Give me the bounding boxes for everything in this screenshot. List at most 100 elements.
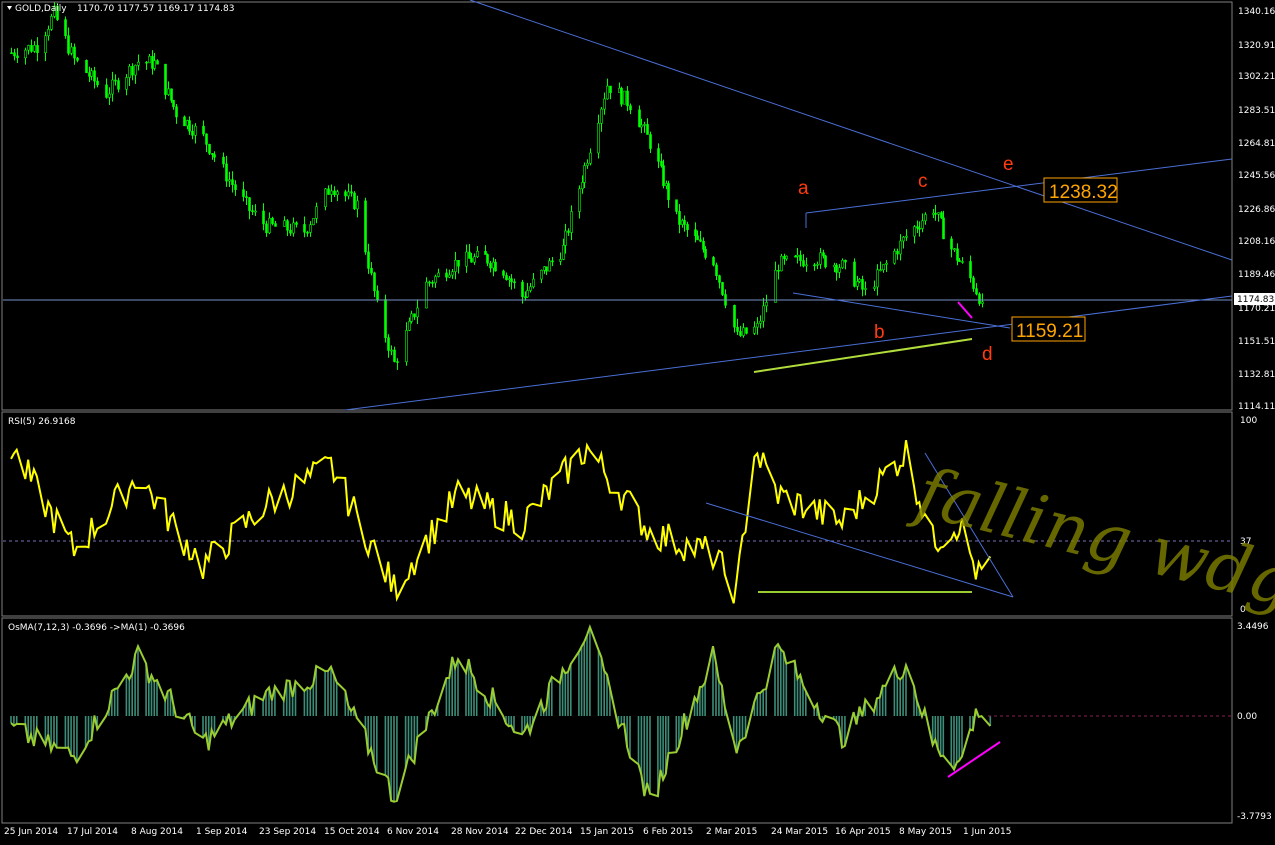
candle-body — [128, 66, 131, 78]
candle-body — [268, 217, 271, 234]
candle-body — [562, 245, 565, 260]
candle-body — [30, 45, 33, 52]
symbol-label: GOLD,Daily — [15, 4, 67, 14]
candle-body — [678, 211, 681, 225]
candle-body — [367, 251, 370, 269]
candle-body — [733, 305, 736, 328]
candle-body — [548, 260, 551, 272]
candle-body — [505, 275, 508, 280]
candle-body — [333, 190, 336, 195]
candle-body — [457, 260, 460, 267]
candle-body — [234, 184, 237, 190]
current-price-tag-label: 1174.83 — [1237, 295, 1274, 305]
date-tick: 8 May 2015 — [899, 827, 952, 837]
candle-body — [532, 278, 535, 288]
candle-body — [780, 255, 783, 272]
candle-body — [972, 277, 975, 289]
osma-tick: -3.7793 — [1237, 812, 1272, 822]
candle-body — [753, 326, 756, 334]
candle-body — [489, 262, 492, 269]
candle-body — [638, 109, 641, 128]
candle-body — [699, 239, 702, 242]
candle-body — [151, 56, 154, 69]
candle-body — [841, 259, 844, 268]
date-tick: 15 Jan 2015 — [580, 827, 634, 837]
candle-body — [646, 124, 649, 135]
candle-body — [468, 251, 471, 259]
candle-body — [410, 313, 413, 322]
candle-body — [465, 251, 468, 267]
candle-body — [816, 264, 819, 266]
candle-body — [387, 337, 390, 351]
candle-body — [213, 154, 216, 158]
candle-body — [245, 196, 248, 198]
price-level-high: 1238.32 — [1049, 182, 1118, 203]
candle-body — [470, 258, 473, 263]
candle-body — [105, 84, 108, 98]
price-tick: 1151.51 — [1238, 337, 1275, 347]
candle-body — [364, 200, 367, 253]
candle-body — [785, 255, 788, 260]
candle-body — [36, 45, 39, 54]
price-tick: 1340.16 — [1238, 7, 1275, 17]
trading-chart[interactable]: a b c d e 1238.32 1159.21 GOLD,Daily 117… — [0, 0, 1275, 845]
candle-body — [905, 235, 908, 238]
candle-body — [662, 165, 665, 187]
candle-body — [262, 210, 265, 225]
date-tick: 1 Jun 2015 — [963, 827, 1011, 837]
candle-body — [186, 120, 189, 127]
price-tick: 1264.81 — [1238, 139, 1275, 149]
candle-body — [44, 35, 47, 54]
candle-body — [67, 35, 70, 54]
candle-body — [822, 252, 825, 257]
candle-body — [27, 45, 30, 51]
date-tick: 2 Mar 2015 — [706, 827, 757, 837]
candle-body — [336, 191, 339, 195]
candle-body — [675, 199, 678, 212]
candle-body — [813, 264, 816, 267]
candle-body — [175, 106, 178, 118]
osma-label: OsMA(7,12,3) -0.3696 ->MA(1) -0.3696 — [8, 623, 185, 633]
candle-body — [16, 55, 19, 59]
price-tick: 1302.21 — [1238, 72, 1275, 82]
candle-body — [167, 88, 170, 95]
candle-body — [606, 85, 609, 100]
price-tick: 1226.86 — [1238, 205, 1275, 215]
candle-body — [745, 327, 748, 334]
candle-body — [271, 217, 274, 224]
candle-body — [24, 49, 27, 59]
candle-body — [170, 88, 173, 101]
candle-body — [934, 212, 937, 215]
wave-label-b: b — [874, 322, 885, 343]
candle-body — [208, 144, 211, 154]
candle-body — [353, 192, 356, 210]
candle-body — [918, 227, 921, 230]
candle-body — [274, 223, 277, 227]
candle-body — [756, 323, 759, 328]
price-level-low: 1159.21 — [1016, 321, 1083, 342]
candle-body — [736, 326, 739, 332]
candle-body — [529, 286, 532, 291]
candle-body — [762, 305, 765, 322]
candle-body — [683, 220, 686, 225]
candle-body — [502, 270, 505, 276]
candle-body — [626, 90, 629, 107]
rsi-label: RSI(5) 26.9168 — [8, 417, 76, 427]
candle-body — [428, 281, 431, 284]
candle-body — [96, 80, 99, 86]
candle-body — [629, 105, 632, 111]
candle-body — [117, 80, 120, 90]
candle-body — [172, 100, 175, 107]
candle-body — [416, 307, 419, 318]
candle-body — [570, 211, 573, 233]
candle-body — [347, 191, 350, 197]
osma-tick: 0.00 — [1237, 712, 1257, 722]
candle-body — [853, 261, 856, 287]
candle-body — [222, 156, 225, 165]
candle-body — [739, 331, 742, 336]
candle-body — [856, 281, 859, 287]
candle-body — [405, 330, 408, 363]
candle-body — [660, 161, 663, 166]
candle-body — [513, 281, 516, 284]
candle-body — [88, 72, 91, 77]
